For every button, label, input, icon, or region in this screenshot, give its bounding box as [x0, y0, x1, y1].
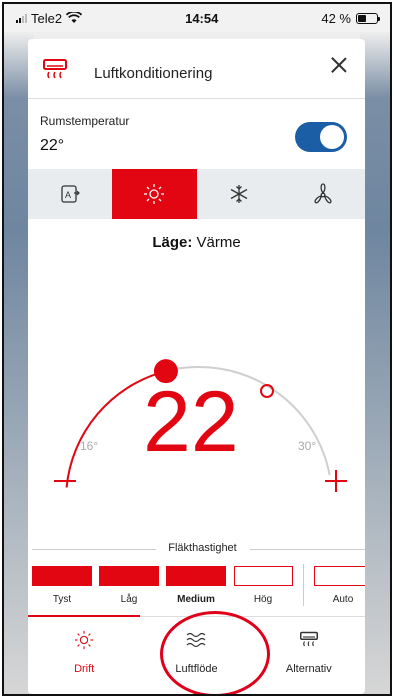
power-toggle[interactable] — [295, 122, 347, 152]
tab-label: Drift — [74, 663, 95, 675]
tab-label: Alternativ — [285, 663, 332, 675]
dialog-title: Luftkonditionering — [94, 65, 213, 82]
mode-cool-button[interactable] — [197, 169, 281, 219]
carrier-label: Tele2 — [31, 10, 63, 26]
fan-speed-auto-segment[interactable] — [314, 566, 365, 586]
dialog-header: Luftkonditionering — [28, 39, 365, 99]
tab-label: Luftflöde — [175, 663, 218, 675]
fan-icon — [314, 183, 332, 204]
room-temperature-label: Rumstemperatur — [40, 114, 130, 128]
fan-speed-divider — [303, 564, 304, 606]
snowflake-icon — [230, 185, 247, 203]
svg-text:A: A — [65, 190, 71, 200]
status-bar: Tele2 14:54 42 % — [4, 4, 390, 32]
sun-icon — [74, 629, 94, 651]
fan-speed-label: Auto — [332, 594, 354, 605]
decrease-temperature-button[interactable] — [54, 480, 76, 482]
max-temperature-label: 30° — [298, 439, 317, 453]
climate-dialog: Luftkonditionering Rumstemperatur 22° A — [28, 39, 365, 694]
close-button[interactable] — [327, 53, 351, 77]
setpoint-temperature: 22 — [143, 374, 239, 470]
tab-luftflode[interactable]: Luftflöde — [140, 617, 252, 694]
tab-alternativ[interactable]: Alternativ — [253, 617, 365, 694]
fan-speed-label: Tyst — [52, 594, 72, 605]
auto-mode-icon: A — [61, 185, 80, 203]
min-temperature-label: 16° — [80, 439, 99, 453]
bottom-tab-bar: Drift Luftflöde Alternativ — [28, 615, 365, 694]
room-temperature-section: Rumstemperatur 22° — [28, 99, 365, 169]
degree-symbol — [260, 384, 274, 398]
status-time: 14:54 — [185, 10, 219, 26]
air-conditioner-icon — [299, 629, 319, 651]
signal-icon — [16, 13, 27, 23]
wifi-icon — [66, 12, 83, 23]
mode-value: Värme — [196, 234, 241, 251]
fan-speed-medium-segment[interactable] — [166, 566, 226, 586]
mode-label: Läge: — [152, 234, 193, 251]
fan-speed-title: Fläkthastighet — [155, 542, 250, 554]
mode-heat-button[interactable] — [112, 169, 197, 219]
mode-auto-button[interactable]: A — [28, 169, 112, 219]
fan-speed-lag-segment[interactable] — [99, 566, 159, 586]
increase-temperature-button[interactable] — [325, 470, 347, 492]
airflow-icon — [185, 629, 207, 651]
fan-speed-header: Fläkthastighet — [32, 542, 365, 556]
tab-drift[interactable]: Drift — [28, 615, 141, 694]
mode-fan-button[interactable] — [281, 169, 365, 219]
battery-icon — [356, 12, 380, 24]
fan-speed-selector: Tyst Låg Medium Hög Auto — [32, 564, 365, 606]
status-left: Tele2 — [16, 10, 83, 26]
fan-speed-label: Medium — [177, 594, 215, 605]
fan-speed-label: Låg — [120, 594, 138, 605]
sun-icon — [144, 184, 165, 204]
fan-speed-hog-segment[interactable] — [234, 566, 293, 586]
current-mode: Läge: Värme — [28, 234, 365, 251]
temperature-dial: 22 16° 30° — [28, 302, 365, 517]
battery-percent: 42 % — [321, 10, 351, 26]
room-temperature-value: 22° — [40, 137, 65, 154]
air-conditioner-icon — [43, 59, 67, 79]
mode-selector: A — [28, 169, 365, 219]
status-right: 42 % — [321, 10, 380, 26]
fan-speed-label: Hög — [253, 594, 273, 605]
fan-speed-tyst-segment[interactable] — [32, 566, 92, 586]
